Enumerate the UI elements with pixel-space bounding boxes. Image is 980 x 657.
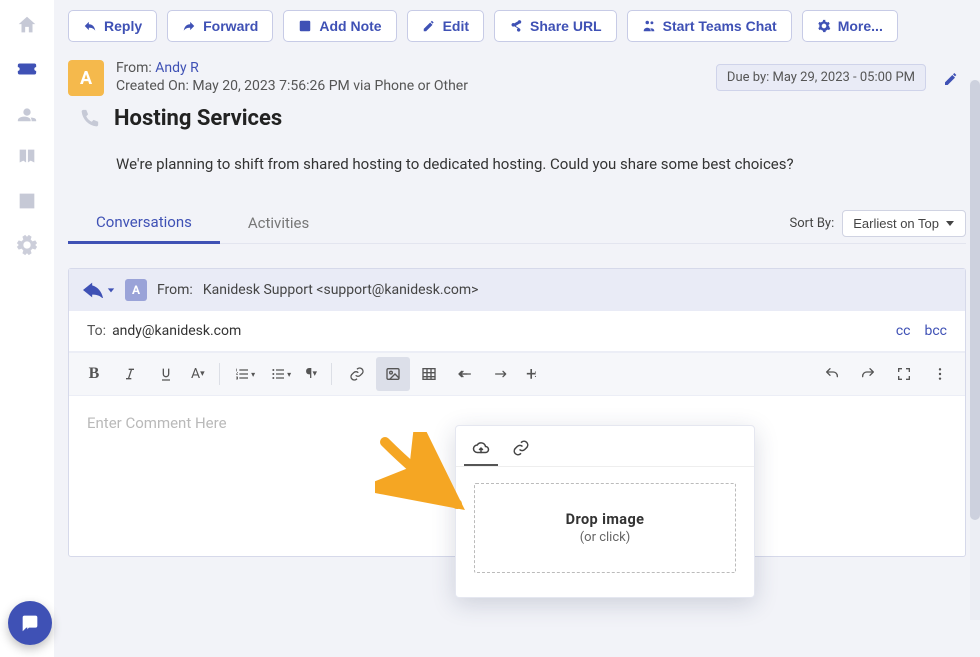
editor-placeholder: Enter Comment Here (87, 414, 227, 432)
forward-button[interactable]: Forward (167, 10, 273, 42)
more-label: More... (838, 18, 883, 34)
redo-button[interactable] (484, 357, 518, 391)
add-note-button[interactable]: Add Note (283, 10, 396, 42)
nav-contacts-icon[interactable] (16, 102, 38, 124)
chat-fab[interactable] (8, 601, 52, 645)
to-label: To: (87, 323, 106, 339)
created-value: May 20, 2023 7:56:26 PM via Phone or Oth… (192, 78, 468, 94)
start-teams-label: Start Teams Chat (663, 18, 777, 34)
nav-home-icon[interactable] (16, 14, 38, 36)
forward-icon (182, 19, 196, 33)
composer-from-value: Kanidesk Support <support@kanidesk.com> (203, 282, 479, 298)
insert-image-button[interactable] (376, 357, 410, 391)
from-label: From: (116, 60, 155, 76)
bcc-toggle[interactable]: bcc (924, 323, 947, 339)
created-label: Created On: (116, 78, 192, 94)
upload-tab[interactable] (464, 432, 498, 466)
insert-image-popover: Drop image (or click) (455, 425, 755, 598)
unordered-list-button[interactable]: ▾ (264, 357, 298, 391)
nav-settings-icon[interactable] (16, 234, 38, 256)
nav-reports-icon[interactable] (16, 190, 38, 212)
composer-from-label: From: (157, 282, 193, 298)
edit-button[interactable]: Edit (407, 10, 484, 42)
add-note-label: Add Note (319, 18, 381, 34)
pencil-icon (422, 19, 436, 33)
by-url-tab[interactable] (504, 432, 538, 466)
start-teams-button[interactable]: Start Teams Chat (627, 10, 792, 42)
reply-button[interactable]: Reply (68, 10, 157, 42)
paragraph-format-button[interactable]: ¶▾ (300, 357, 323, 391)
insert-table-button[interactable] (412, 357, 446, 391)
dropzone-subtitle: (or click) (580, 530, 631, 545)
bold-button[interactable]: B (77, 357, 111, 391)
share-url-label: Share URL (530, 18, 602, 34)
ticket-subject: Hosting Services (114, 106, 282, 131)
image-drop-zone[interactable]: Drop image (or click) (474, 483, 736, 573)
insert-more-button[interactable]: +: (520, 357, 541, 391)
pencil-icon (943, 71, 959, 87)
share-url-button[interactable]: Share URL (494, 10, 617, 42)
reply-icon (83, 19, 97, 33)
ticket-description: We're planning to shift from shared host… (116, 155, 896, 173)
caret-down-icon (945, 218, 955, 228)
sort-value: Earliest on Top (853, 216, 939, 231)
chat-icon (19, 612, 41, 634)
ordered-list-button[interactable]: ▾ (228, 357, 262, 391)
nav-knowledge-icon[interactable] (16, 146, 38, 168)
reply-label: Reply (104, 18, 142, 34)
reply-arrow-icon (83, 282, 105, 298)
nav-tickets-icon[interactable] (16, 58, 38, 80)
tab-activities[interactable]: Activities (220, 204, 337, 242)
note-icon (298, 19, 312, 33)
insert-link-button[interactable] (340, 357, 374, 391)
caret-down-icon (107, 286, 115, 294)
underline-button[interactable] (149, 357, 183, 391)
requester-avatar: A (68, 60, 104, 96)
dropzone-title: Drop image (566, 511, 645, 528)
edit-label: Edit (443, 18, 469, 34)
sort-by-label: Sort By: (790, 216, 835, 231)
reply-mode-dropdown[interactable] (83, 282, 115, 298)
editor-undo-button[interactable] (815, 357, 849, 391)
ticket-header: A From: Andy R Created On: May 20, 2023 … (68, 60, 966, 96)
due-date-badge: Due by: May 29, 2023 - 05:00 PM (716, 64, 926, 91)
fullscreen-button[interactable] (887, 357, 921, 391)
agent-avatar: A (125, 279, 147, 301)
italic-button[interactable] (113, 357, 147, 391)
editor-redo-button[interactable] (851, 357, 885, 391)
cc-toggle[interactable]: cc (896, 323, 911, 339)
phone-icon (78, 108, 100, 130)
scrollbar-thumb[interactable] (970, 80, 980, 520)
editor-toolbar: B A▾ ▾ ▾ ¶▾ +: (69, 352, 965, 396)
share-icon (509, 19, 523, 33)
forward-label: Forward (203, 18, 258, 34)
requester-name-link[interactable]: Andy R (155, 60, 198, 76)
to-address[interactable]: andy@kanidesk.com (112, 323, 241, 339)
gear-icon (817, 19, 831, 33)
edit-due-date-button[interactable] (936, 64, 966, 94)
teams-icon (642, 19, 656, 33)
more-button[interactable]: More... (802, 10, 898, 42)
more-options-button[interactable] (923, 357, 957, 391)
sort-dropdown[interactable]: Earliest on Top (842, 210, 966, 237)
font-style-dropdown[interactable]: A▾ (185, 357, 211, 391)
undo-button[interactable] (448, 357, 482, 391)
tab-conversations[interactable]: Conversations (68, 203, 220, 244)
